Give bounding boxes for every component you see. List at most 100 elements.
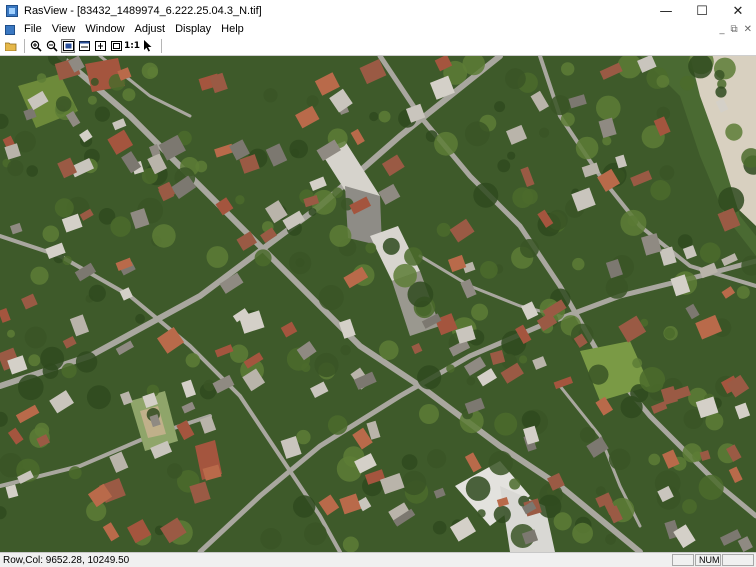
zoom-out-icon[interactable] (45, 39, 59, 53)
tree-canopy (7, 329, 15, 338)
tree-canopy (632, 358, 643, 369)
tree-canopy (34, 422, 50, 438)
tree-canopy (698, 474, 724, 500)
tree-canopy (725, 123, 743, 141)
tree-canopy (379, 340, 399, 361)
tree-canopy (87, 95, 97, 105)
full-extent-icon[interactable] (109, 39, 123, 53)
mdi-minimize-button[interactable]: _ (719, 24, 724, 35)
tree-canopy (54, 198, 74, 218)
zoom-in-icon[interactable] (29, 39, 43, 53)
tree-canopy (86, 385, 111, 410)
tree-canopy (521, 410, 541, 430)
tree-canopy (650, 180, 671, 201)
tree-canopy (572, 257, 585, 271)
status-panel-scroll (722, 554, 754, 566)
tree-canopy (296, 429, 311, 445)
tree-canopy (26, 165, 38, 177)
one-to-one-icon[interactable]: 1:1 (124, 39, 140, 53)
fit-height-icon[interactable] (93, 39, 107, 53)
tree-canopy (436, 222, 451, 237)
tree-canopy (507, 151, 516, 160)
tree-canopy (94, 106, 110, 122)
tree-canopy (659, 165, 675, 180)
tree-canopy (304, 522, 327, 546)
tree-canopy (664, 327, 675, 339)
tree-canopy (605, 533, 616, 545)
tree-canopy (519, 355, 528, 364)
tree-canopy (432, 520, 447, 535)
maximize-button[interactable]: ☐ (684, 0, 720, 22)
tree-canopy (605, 276, 629, 299)
tree-canopy (446, 364, 455, 373)
tree-canopy (404, 247, 423, 266)
tree-canopy (306, 95, 319, 108)
tree-canopy (520, 239, 539, 258)
toolbar: 1:1 (0, 37, 756, 56)
window-title: RasView - [83432_1489974_6.222.25.04.3_N… (24, 5, 262, 17)
tree-canopy (699, 242, 721, 264)
tree-canopy (466, 376, 476, 386)
tree-canopy (340, 344, 351, 356)
tree-canopy (679, 75, 695, 91)
cursor-coordinates: Row,Col: 9652.28, 10249.50 (3, 554, 130, 566)
tree-canopy (332, 187, 343, 198)
mdi-close-button[interactable]: ✕ (744, 24, 752, 35)
menu-help[interactable]: Help (216, 22, 249, 37)
menu-display[interactable]: Display (170, 22, 216, 37)
tree-canopy (493, 505, 511, 524)
mdi-restore-button[interactable]: ⧉ (730, 24, 737, 35)
tree-canopy (206, 246, 229, 268)
tree-canopy (505, 68, 526, 89)
tree-canopy (254, 249, 272, 267)
tree-canopy (229, 344, 249, 363)
tree-canopy (434, 131, 458, 156)
tree-canopy (122, 88, 136, 102)
menu-window[interactable]: Window (80, 22, 129, 37)
tree-canopy (75, 351, 98, 373)
document-icon[interactable] (5, 24, 15, 35)
tree-canopy (682, 499, 697, 514)
image-viewport[interactable] (0, 56, 756, 552)
tree-canopy (88, 284, 106, 302)
tree-canopy (494, 412, 518, 436)
app-icon (6, 5, 18, 17)
fit-window-icon[interactable] (61, 39, 75, 53)
tree-canopy (90, 77, 99, 86)
menu-view[interactable]: View (47, 22, 81, 37)
status-bar: Row,Col: 9652.28, 10249.50 NUM (0, 552, 756, 567)
tree-canopy (473, 182, 499, 208)
tree-canopy (42, 225, 60, 243)
tree-canopy (329, 224, 352, 247)
tree-canopy (539, 127, 550, 138)
tree-canopy (308, 208, 317, 216)
tree-canopy (55, 96, 72, 112)
tree-canopy (167, 463, 183, 479)
tree-canopy (736, 285, 750, 299)
pointer-arrow-icon[interactable] (141, 39, 155, 53)
tree-canopy (260, 528, 282, 550)
tree-canopy (235, 195, 245, 205)
tree-canopy (293, 495, 316, 518)
menu-adjust[interactable]: Adjust (130, 22, 171, 37)
minimize-button[interactable]: — (648, 0, 684, 22)
tree-canopy (596, 95, 621, 121)
tree-canopy (393, 263, 417, 288)
close-button[interactable]: ✕ (720, 0, 756, 22)
open-folder-icon[interactable] (4, 39, 18, 53)
window-controls: — ☐ ✕ (648, 0, 756, 22)
tree-canopy (620, 209, 647, 236)
tree-canopy (327, 415, 348, 435)
menu-file[interactable]: File (19, 22, 47, 37)
tree-canopy (62, 255, 72, 266)
tree-canopy (152, 224, 176, 248)
fit-width-icon[interactable] (77, 39, 91, 53)
tree-canopy (553, 512, 572, 531)
tree-canopy (314, 352, 339, 378)
aerial-image[interactable] (0, 56, 756, 552)
tree-canopy (480, 261, 498, 279)
tree-canopy (7, 159, 24, 177)
menu-bar: File View Window Adjust Display Help (0, 22, 756, 37)
tree-canopy (378, 110, 391, 123)
tree-canopy (365, 242, 377, 254)
